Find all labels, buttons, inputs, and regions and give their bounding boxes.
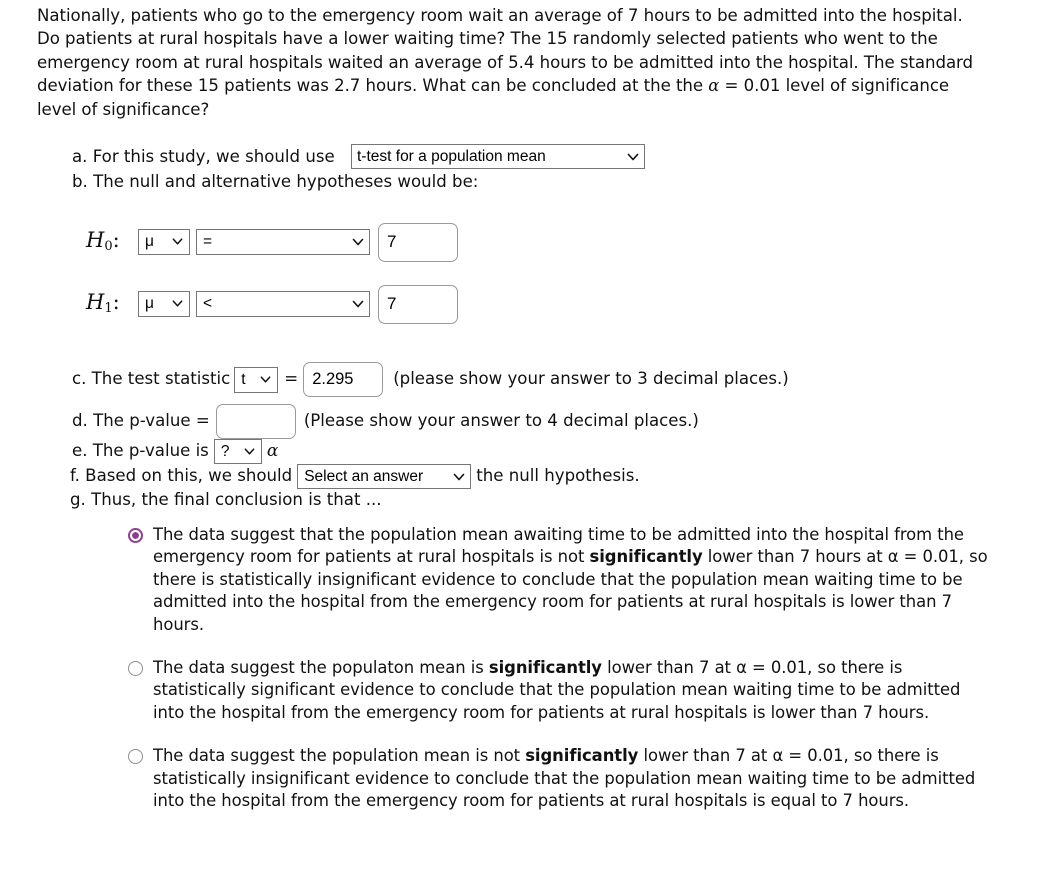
alt-operator-select-wrapper[interactable]: < [196, 291, 370, 317]
conclusion-option[interactable]: The data suggest the populaton mean is s… [128, 657, 988, 724]
p-value-compare-select[interactable]: ? [213, 439, 262, 464]
p-value-input[interactable] [215, 404, 296, 439]
conclusion-option[interactable]: The data suggest the population mean is … [128, 745, 988, 812]
radio-button-selected[interactable] [128, 528, 143, 543]
test-statistic-equals: = [284, 369, 299, 388]
study-type-select[interactable]: t-test for a population mean [351, 144, 645, 169]
test-statistic-select-wrapper[interactable]: t [234, 366, 279, 393]
question-f-row: f. Based on this, we should Select an an… [70, 464, 640, 489]
h-colon: : [112, 228, 120, 252]
question-c-label: c. The test statistic [72, 369, 231, 388]
h-letter: H [86, 228, 105, 252]
conclusion-option-text: The data suggest the populaton mean is s… [153, 657, 988, 724]
conclusion-text-part: The data suggest the population mean is … [153, 746, 526, 766]
alpha-symbol: α [708, 76, 720, 96]
null-hypothesis-label: H0: [86, 222, 138, 262]
alpha-symbol: α [266, 441, 279, 461]
question-b-label: b. The null and alternative hypotheses w… [72, 172, 479, 191]
question-d-row: d. The p-value = (Please show your answer… [72, 404, 699, 439]
question-c-row: c. The test statistic t = (please show yo… [72, 362, 789, 397]
h-colon: : [112, 290, 120, 314]
question-e-row: e. The p-value is ? α [72, 439, 278, 464]
decision-select-wrapper[interactable]: Select an answer [297, 464, 472, 489]
p-value-compare-select-wrapper[interactable]: ? [213, 439, 262, 464]
question-d-label: d. The p-value = [72, 411, 210, 430]
conclusion-emphasis: significantly [525, 746, 639, 766]
question-f-label: f. Based on this, we should [70, 466, 293, 485]
null-operator-select-wrapper[interactable]: = [196, 229, 370, 255]
null-operator-select[interactable]: = [196, 229, 370, 255]
alt-hypothesis-label: H1: [86, 284, 138, 324]
question-f-suffix: the null hypothesis. [476, 466, 640, 485]
null-value-input[interactable] [378, 222, 458, 262]
null-param-select-wrapper[interactable]: μ [138, 229, 190, 255]
study-type-select-wrapper[interactable]: t-test for a population mean [351, 144, 645, 169]
test-statistic-input[interactable] [303, 362, 384, 397]
conclusion-emphasis: significantly [589, 547, 703, 567]
alt-value-input[interactable] [378, 284, 458, 324]
null-param-select[interactable]: μ [138, 229, 190, 255]
conclusion-option-text: The data suggest that the population mea… [153, 524, 988, 636]
radio-button[interactable] [128, 749, 143, 765]
test-statistic-select[interactable]: t [234, 366, 279, 393]
p-value-note: (Please show your answer to 4 decimal pl… [303, 411, 699, 430]
alt-operator-select[interactable]: < [196, 291, 370, 317]
decision-select[interactable]: Select an answer [297, 464, 472, 489]
h-letter: H [86, 290, 105, 314]
h-subscript: 0 [104, 239, 113, 254]
alt-param-select[interactable]: μ [138, 291, 190, 317]
conclusion-options-group: The data suggest that the population mea… [128, 524, 988, 833]
question-e-label: e. The p-value is [72, 441, 209, 460]
conclusion-option-text: The data suggest the population mean is … [153, 745, 988, 812]
null-hypothesis-row: H0: μ = [86, 222, 458, 262]
h-subscript: 1 [104, 301, 113, 316]
conclusion-emphasis: significantly [488, 658, 602, 678]
test-statistic-note: (please show your answer to 3 decimal pl… [393, 369, 789, 388]
conclusion-option[interactable]: The data suggest that the population mea… [128, 524, 988, 636]
question-a-label: a. For this study, we should use [72, 147, 335, 166]
problem-statement: Nationally, patients who go to the emerg… [37, 4, 982, 121]
radio-button[interactable] [128, 661, 143, 677]
question-g-label: g. Thus, the final conclusion is that ..… [70, 490, 382, 509]
alt-param-select-wrapper[interactable]: μ [138, 291, 190, 317]
conclusion-text-part: The data suggest the populaton mean is [153, 658, 489, 678]
alt-hypothesis-row: H1: μ < [86, 284, 458, 324]
